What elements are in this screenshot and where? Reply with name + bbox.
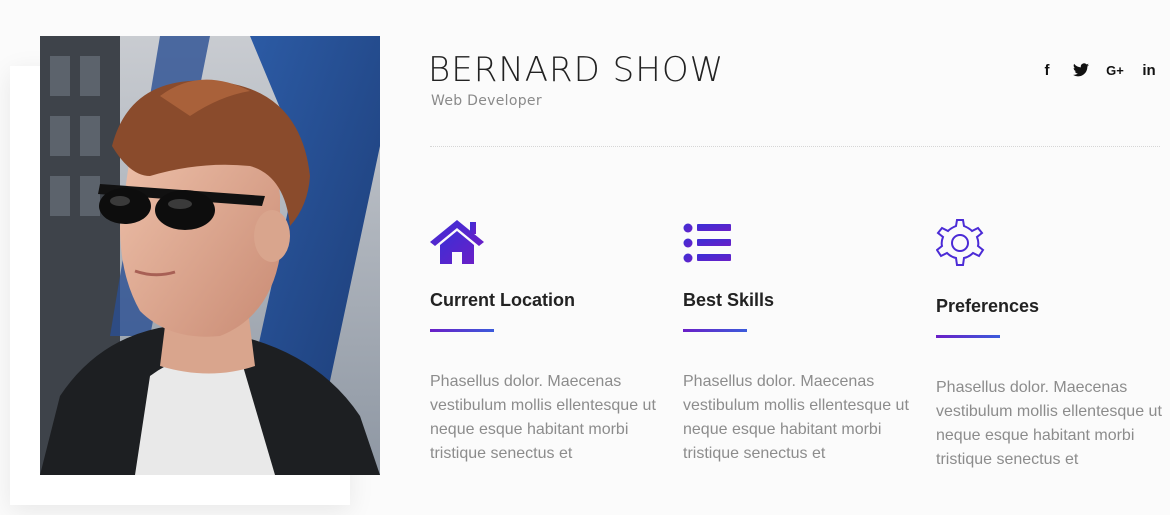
title-underline — [683, 329, 747, 332]
profile-name: BERNARD SHOW — [428, 50, 725, 90]
feature-description: Phasellus dolor. Maecenas vestibulum mol… — [936, 379, 1162, 468]
profile-photo — [40, 36, 380, 475]
feature-current-location: Current Location Phasellus dolor. Maecen… — [430, 218, 670, 466]
header-divider — [430, 146, 1160, 147]
house-icon — [430, 220, 484, 264]
feature-description: Phasellus dolor. Maecenas vestibulum mol… — [683, 373, 909, 462]
feature-title: Best Skills — [683, 290, 775, 310]
social-links: f G+ in — [1030, 60, 1170, 80]
title-underline — [936, 335, 1000, 338]
twitter-bird-glyph — [1073, 63, 1089, 77]
google-plus-icon[interactable]: G+ — [1098, 60, 1132, 80]
list-icon — [683, 223, 731, 263]
profile-photo-illustration — [40, 36, 380, 475]
feature-preferences: Preferences Phasellus dolor. Maecenas ve… — [936, 218, 1170, 472]
gear-icon — [936, 219, 985, 266]
feature-best-skills: Best Skills Phasellus dolor. Maecenas ve… — [683, 218, 923, 466]
linkedin-icon[interactable]: in — [1132, 60, 1166, 80]
title-underline — [430, 329, 494, 332]
feature-title: Current Location — [430, 290, 576, 310]
feature-description: Phasellus dolor. Maecenas vestibulum mol… — [430, 373, 656, 462]
profile-role: Web Developer — [431, 93, 542, 109]
feature-title: Preferences — [936, 296, 1040, 316]
twitter-icon[interactable] — [1064, 60, 1098, 80]
facebook-icon[interactable]: f — [1030, 60, 1064, 80]
